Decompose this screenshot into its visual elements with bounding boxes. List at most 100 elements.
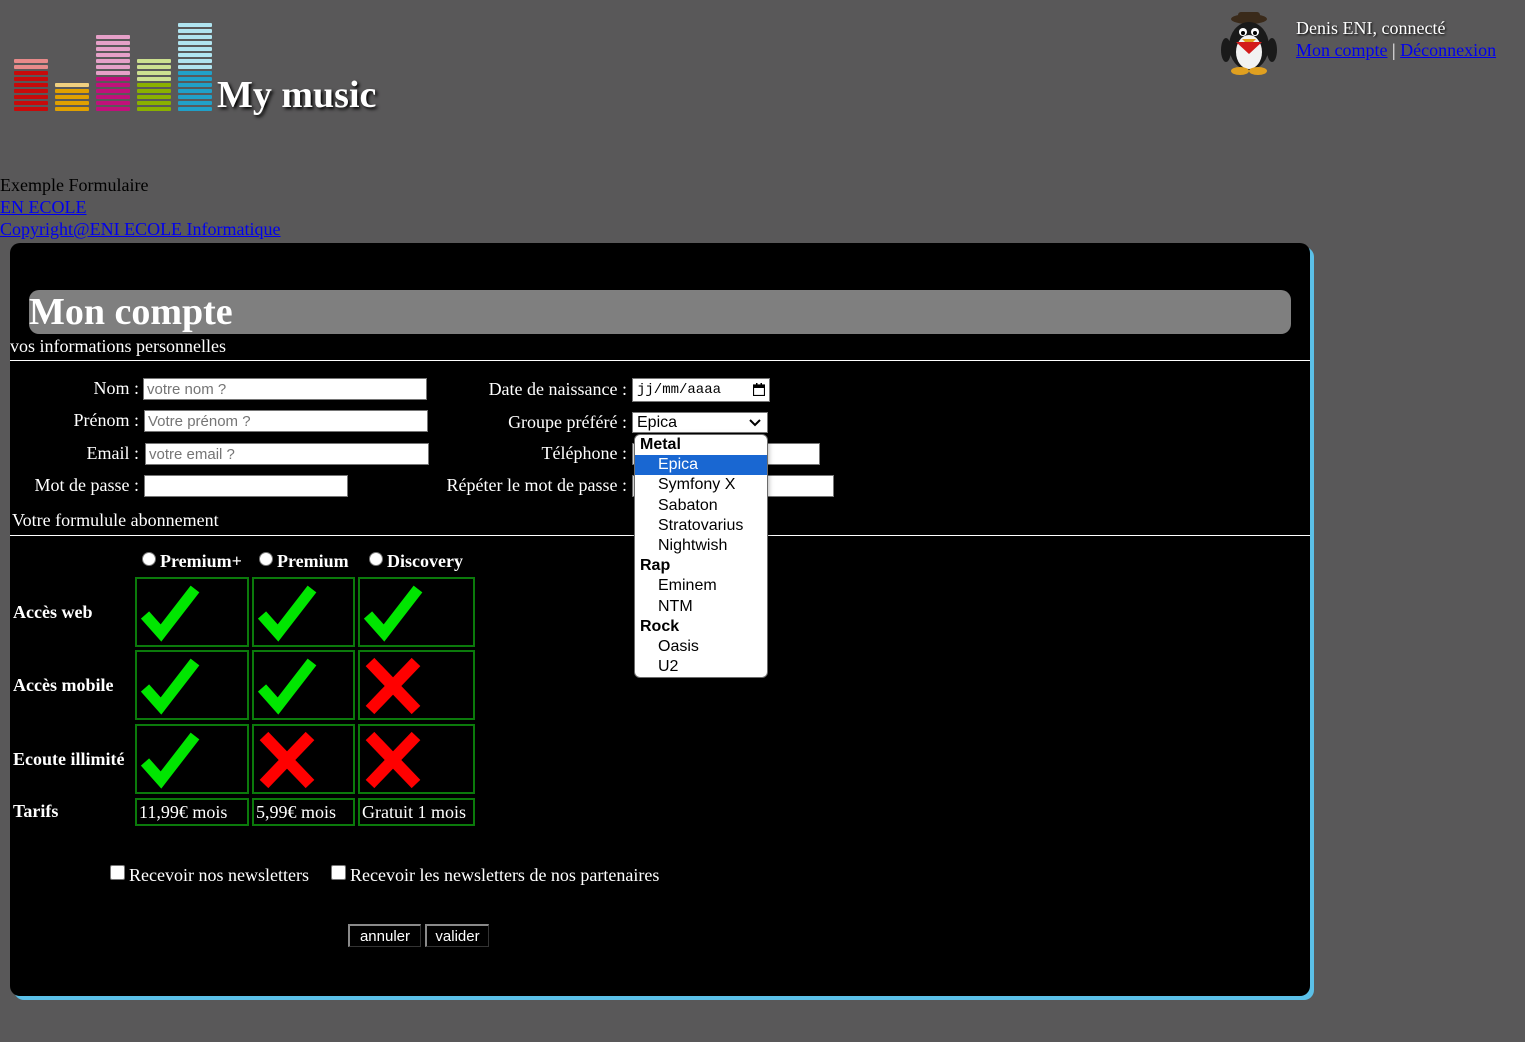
feature-cell bbox=[358, 650, 475, 720]
app-title: My music bbox=[217, 74, 377, 116]
logo-bar-segment bbox=[137, 94, 171, 99]
logo-bar-segment bbox=[178, 76, 212, 81]
feature-label: Accès mobile bbox=[13, 675, 114, 695]
nom-input[interactable] bbox=[143, 378, 427, 400]
feature-cell bbox=[252, 577, 355, 647]
checkmark-icon bbox=[140, 658, 200, 715]
calendar-icon[interactable] bbox=[753, 383, 765, 396]
email-input[interactable] bbox=[145, 443, 429, 465]
logo-bar-segment bbox=[96, 94, 130, 99]
logo-bar-segment bbox=[178, 46, 212, 51]
logo-bar-segment bbox=[14, 82, 48, 87]
cancel-button[interactable]: annuler bbox=[348, 924, 421, 947]
logo-bar-segment bbox=[137, 88, 171, 93]
newsletter-checkbox[interactable]: Recevoir nos newsletters bbox=[110, 865, 309, 886]
radio-button[interactable] bbox=[259, 552, 273, 566]
feature-cell bbox=[358, 577, 475, 647]
dropdown-option[interactable]: U2 bbox=[635, 657, 767, 677]
plan-radio-premium[interactable]: Premium bbox=[259, 551, 349, 572]
dropdown-option[interactable]: NTM bbox=[635, 597, 767, 617]
checkbox[interactable] bbox=[110, 865, 125, 880]
logo-bar-segment bbox=[178, 82, 212, 87]
prenom-label: Prénom : bbox=[73, 410, 140, 430]
radio-button[interactable] bbox=[142, 552, 156, 566]
logo-bar-segment bbox=[14, 94, 48, 99]
logo-bar-segment bbox=[96, 106, 130, 111]
logo-bar-segment bbox=[55, 88, 89, 93]
dropdown-option[interactable]: Nightwish bbox=[635, 536, 767, 556]
partner-newsletter-checkbox[interactable]: Recevoir les newsletters de nos partenai… bbox=[331, 865, 659, 886]
password-input[interactable] bbox=[144, 475, 348, 497]
feature-cell bbox=[358, 724, 475, 794]
password-repeat-label: Répéter le mot de passe : bbox=[446, 475, 627, 495]
birthdate-label: Date de naissance : bbox=[488, 379, 627, 399]
logo-bar-segment bbox=[14, 64, 48, 69]
group-dropdown-list: Metal Epica Symfony X Sabaton Stratovarius Ni… bbox=[634, 434, 768, 678]
logo-equalizer-icon bbox=[14, 22, 214, 111]
nav-heading: Exemple Formulaire bbox=[0, 175, 149, 195]
dropdown-option[interactable]: Oasis bbox=[635, 637, 767, 657]
nav-link-copyright[interactable]: Copyright@ENI ECOLE Informatique bbox=[0, 219, 281, 239]
logo-bar-segment bbox=[137, 100, 171, 105]
dropdown-option[interactable]: Epica bbox=[635, 455, 767, 476]
user-name: Denis ENI, connecté bbox=[1296, 18, 1446, 38]
logo-bar-segment bbox=[178, 106, 212, 111]
partner-newsletter-label: Recevoir les newsletters de nos partenai… bbox=[350, 865, 660, 885]
nav-link-ecole[interactable]: EN ECOLE bbox=[0, 197, 86, 217]
dropdown-group-label: Rock bbox=[640, 617, 680, 635]
checkbox[interactable] bbox=[331, 865, 346, 880]
logo-bar-segment bbox=[137, 64, 171, 69]
logo-bar-segment bbox=[178, 100, 212, 105]
prenom-input[interactable] bbox=[144, 410, 428, 432]
dropdown-group-label: Rap bbox=[640, 557, 671, 575]
feature-label: Ecoute illimité bbox=[13, 749, 125, 769]
logout-link[interactable]: Déconnexion bbox=[1400, 40, 1496, 60]
account-panel: Mon compte vos informations personnelles… bbox=[10, 243, 1310, 996]
newsletter-label: Recevoir nos newsletters bbox=[129, 865, 309, 885]
link-separator: | bbox=[1392, 40, 1396, 60]
group-select-value: Epica bbox=[637, 414, 678, 431]
logo-bar bbox=[96, 22, 130, 111]
feature-cell bbox=[135, 577, 249, 647]
user-box: Denis ENI, connecté Mon compte | Déconne… bbox=[1214, 10, 1514, 80]
logo-bar-segment bbox=[178, 58, 212, 63]
submit-button[interactable]: valider bbox=[425, 924, 489, 947]
account-link[interactable]: Mon compte bbox=[1296, 40, 1388, 60]
logo-bar-segment bbox=[14, 88, 48, 93]
logo-bar-segment bbox=[55, 94, 89, 99]
page-title: Mon compte bbox=[29, 291, 233, 333]
plan-name: Discovery bbox=[387, 551, 463, 571]
dropdown-option[interactable]: Symfony X bbox=[635, 475, 767, 495]
feature-cell bbox=[252, 724, 355, 794]
checkmark-icon bbox=[257, 658, 317, 715]
logo-bar bbox=[55, 22, 89, 111]
feature-label: Accès web bbox=[13, 602, 93, 622]
logo-bar-segment bbox=[178, 88, 212, 93]
logo-bar-segment bbox=[96, 88, 130, 93]
tarifs-label: Tarifs bbox=[13, 801, 59, 821]
logo-bar-segment bbox=[178, 28, 212, 33]
user-links: Mon compte | Déconnexion bbox=[1296, 40, 1496, 61]
logo-bar-segment bbox=[96, 100, 130, 105]
logo-bar-segment bbox=[96, 58, 130, 63]
nav: Exemple Formulaire EN ECOLE Copyright@EN… bbox=[0, 174, 281, 240]
dropdown-option[interactable]: Eminem bbox=[635, 576, 767, 596]
checkmark-icon bbox=[363, 585, 423, 642]
cross-icon bbox=[365, 731, 421, 789]
dropdown-option[interactable]: Sabaton bbox=[635, 496, 767, 516]
feature-cell bbox=[252, 650, 355, 720]
group-select[interactable]: Epica bbox=[632, 412, 768, 433]
logo-bar-segment bbox=[14, 76, 48, 81]
logo-bar-segment bbox=[178, 40, 212, 45]
logo-bar-segment bbox=[96, 52, 130, 57]
checkmark-icon bbox=[140, 585, 200, 642]
email-label: Email : bbox=[86, 443, 140, 463]
logo-bar-segment bbox=[178, 70, 212, 75]
plan-radio-discovery[interactable]: Discovery bbox=[369, 551, 463, 572]
logo-bar-segment bbox=[178, 64, 212, 69]
plan-radio-premium-plus[interactable]: Premium+ bbox=[142, 551, 242, 572]
dropdown-option[interactable]: Stratovarius bbox=[635, 516, 767, 536]
logo-bar-segment bbox=[178, 34, 212, 39]
radio-button[interactable] bbox=[369, 552, 383, 566]
birthdate-input[interactable]: jj/mm/aaaa bbox=[632, 378, 770, 402]
